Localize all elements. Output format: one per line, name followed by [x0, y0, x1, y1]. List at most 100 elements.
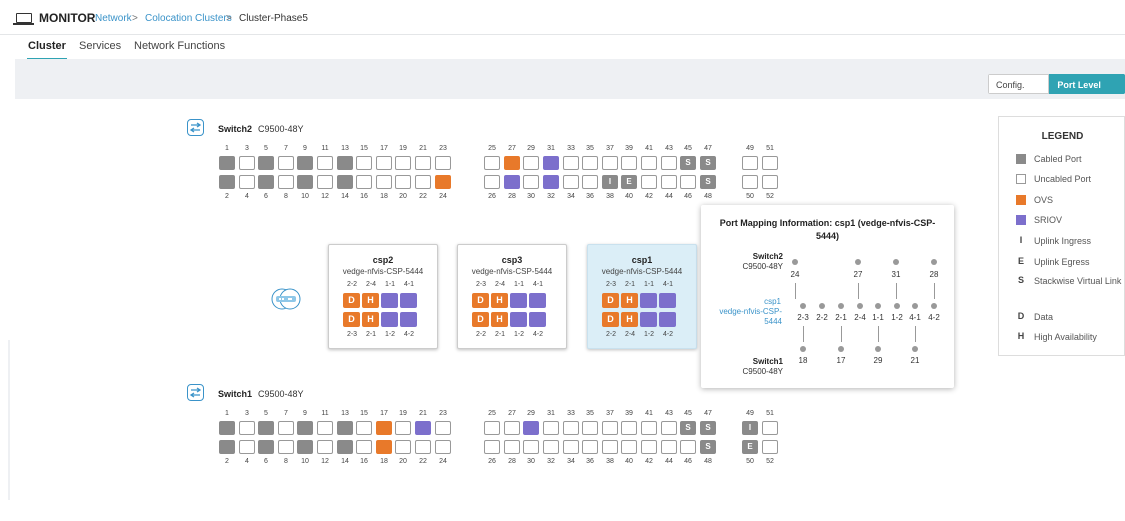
switch-port[interactable]	[415, 421, 431, 435]
switch-port[interactable]	[504, 440, 520, 454]
csp-card-csp3[interactable]: csp3 vedge-nfvis-CSP-5444 2-3 D D 2-2 2-4 H H 2…	[457, 244, 567, 349]
switch-port[interactable]	[376, 175, 392, 189]
switch-port[interactable]	[376, 156, 392, 170]
switch-port[interactable]	[258, 440, 274, 454]
switch-port[interactable]	[435, 421, 451, 435]
switch-port[interactable]	[239, 175, 255, 189]
switch-port[interactable]: E	[742, 440, 758, 454]
switch-port[interactable]	[762, 156, 778, 170]
switch-port[interactable]	[661, 421, 677, 435]
csp-card-csp2[interactable]: csp2 vedge-nfvis-CSP-5444 2-2 D D 2-3 2-4 H H 2…	[328, 244, 438, 349]
switch-port[interactable]	[661, 440, 677, 454]
switch-port[interactable]	[543, 440, 559, 454]
csp-port[interactable]: D	[343, 312, 360, 327]
switch-port[interactable]	[337, 421, 353, 435]
switch-port[interactable]	[297, 440, 313, 454]
switch-port[interactable]: E	[621, 175, 637, 189]
csp-port[interactable]: D	[472, 293, 489, 308]
switch-port[interactable]	[504, 156, 520, 170]
csp-card-csp1[interactable]: csp1 vedge-nfvis-CSP-5444 2-3 D D 2-2 2-1 H H 2…	[587, 244, 697, 349]
switch-port[interactable]	[278, 156, 294, 170]
switch-port[interactable]	[297, 156, 313, 170]
csp-port[interactable]	[510, 293, 527, 308]
switch-port[interactable]	[762, 421, 778, 435]
csp-port[interactable]: D	[602, 293, 619, 308]
csp-port[interactable]	[400, 293, 417, 308]
switch-port[interactable]	[641, 175, 657, 189]
csp-port[interactable]	[640, 293, 657, 308]
switch-port[interactable]	[484, 156, 500, 170]
switch-port[interactable]	[395, 440, 411, 454]
switch-port[interactable]	[563, 440, 579, 454]
csp-port[interactable]	[640, 312, 657, 327]
switch-port[interactable]	[337, 175, 353, 189]
switch-port[interactable]	[219, 175, 235, 189]
tab-network-functions[interactable]: Network Functions	[134, 40, 225, 52]
switch-port[interactable]	[278, 175, 294, 189]
switch-port[interactable]	[563, 421, 579, 435]
switch-port[interactable]	[395, 175, 411, 189]
switch-port[interactable]	[337, 440, 353, 454]
ucs-server-icon[interactable]	[271, 284, 301, 314]
csp-port[interactable]	[659, 293, 676, 308]
csp-port[interactable]	[381, 312, 398, 327]
tab-cluster[interactable]: Cluster	[27, 40, 67, 60]
csp-port[interactable]	[381, 293, 398, 308]
switch-port[interactable]	[582, 175, 598, 189]
switch-port[interactable]	[621, 421, 637, 435]
switch-port[interactable]	[219, 421, 235, 435]
switch-port[interactable]	[258, 175, 274, 189]
csp-port[interactable]: H	[491, 293, 508, 308]
switch-port[interactable]	[258, 421, 274, 435]
switch-port[interactable]	[258, 156, 274, 170]
csp-port[interactable]: D	[602, 312, 619, 327]
switch-port[interactable]	[641, 440, 657, 454]
switch-port[interactable]	[523, 156, 539, 170]
mapping-csp-name[interactable]: csp1	[711, 297, 781, 307]
csp-port[interactable]	[659, 312, 676, 327]
switch-port[interactable]	[317, 175, 333, 189]
switch-port[interactable]: S	[700, 175, 716, 189]
switch-port[interactable]	[356, 156, 372, 170]
switch-port[interactable]	[219, 156, 235, 170]
switch-port[interactable]	[742, 175, 758, 189]
switch-port[interactable]: S	[700, 440, 716, 454]
switch-port[interactable]	[484, 421, 500, 435]
switch-port[interactable]: I	[602, 175, 618, 189]
switch-port[interactable]	[602, 440, 618, 454]
csp-port[interactable]: H	[491, 312, 508, 327]
csp-port[interactable]	[400, 312, 417, 327]
switch-port[interactable]	[602, 156, 618, 170]
switch-port[interactable]	[484, 175, 500, 189]
switch-port[interactable]	[376, 421, 392, 435]
csp-port[interactable]	[529, 312, 546, 327]
switch-port[interactable]	[435, 440, 451, 454]
port-level-view-button[interactable]: Port Level View	[1049, 74, 1125, 94]
switch-port[interactable]	[317, 440, 333, 454]
csp-port[interactable]	[529, 293, 546, 308]
switch-port[interactable]	[297, 421, 313, 435]
csp-port[interactable]: H	[362, 312, 379, 327]
switch-port[interactable]	[762, 440, 778, 454]
breadcrumb-network[interactable]: Network	[95, 13, 132, 24]
switch-port[interactable]	[297, 175, 313, 189]
switch-port[interactable]	[239, 440, 255, 454]
switch-port[interactable]	[484, 440, 500, 454]
switch-port[interactable]	[641, 421, 657, 435]
switch-port[interactable]	[239, 421, 255, 435]
switch-port[interactable]	[582, 440, 598, 454]
switch-port[interactable]	[504, 175, 520, 189]
switch-port[interactable]	[356, 440, 372, 454]
csp-port[interactable]: D	[343, 293, 360, 308]
switch-port[interactable]	[523, 175, 539, 189]
switch-port[interactable]	[582, 156, 598, 170]
switch-port[interactable]	[680, 440, 696, 454]
switch-port[interactable]	[356, 175, 372, 189]
csp-port[interactable]	[510, 312, 527, 327]
switch-port[interactable]: I	[742, 421, 758, 435]
breadcrumb-colocation-clusters[interactable]: Colocation Clusters	[145, 13, 232, 24]
switch-port[interactable]	[621, 440, 637, 454]
switch-port[interactable]	[762, 175, 778, 189]
config-view-button[interactable]: Config. View	[988, 74, 1050, 94]
tab-services[interactable]: Services	[79, 40, 121, 52]
